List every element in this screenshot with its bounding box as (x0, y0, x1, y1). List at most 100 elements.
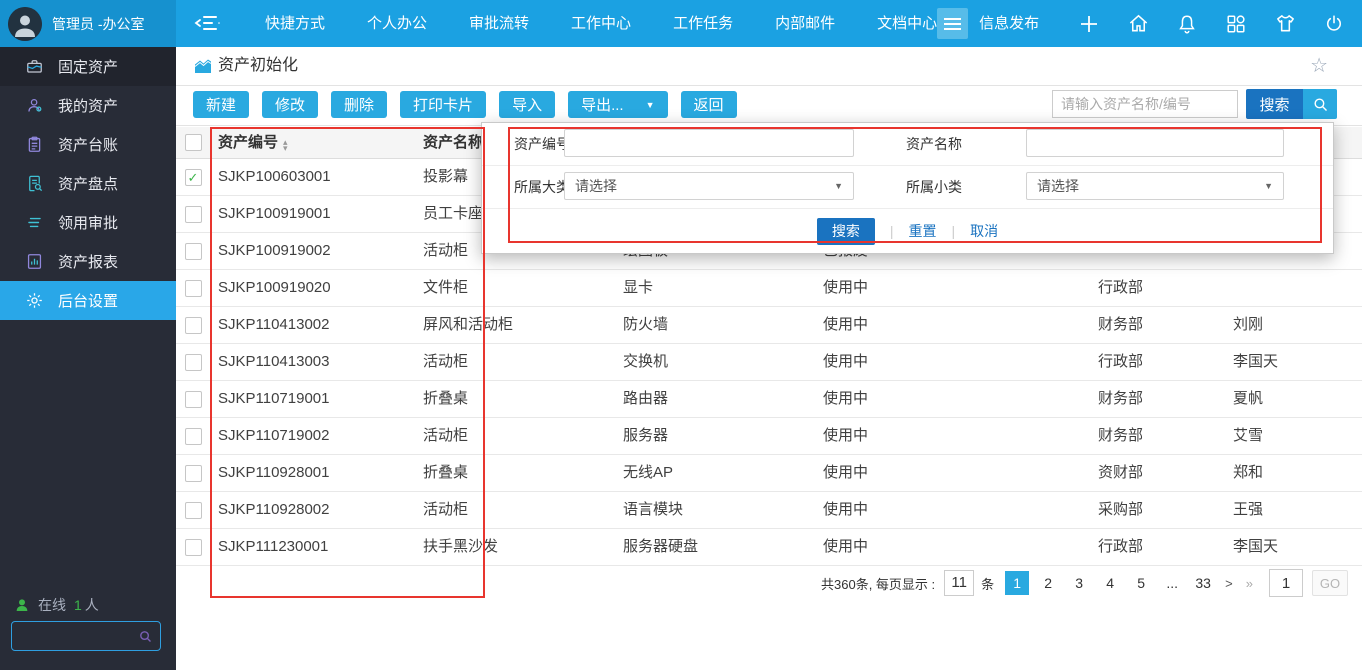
quick-search-input[interactable] (1052, 90, 1238, 118)
row-checkbox[interactable] (185, 502, 202, 519)
online-suffix: 人 (85, 595, 99, 615)
power-logout-icon[interactable] (1322, 12, 1346, 36)
asset-code-label: 资产编号 (514, 123, 570, 165)
clipboard-icon (24, 135, 44, 155)
sidebar-item-label: 资产报表 (58, 251, 118, 272)
apps-grid-icon[interactable] (1224, 12, 1248, 36)
back-button[interactable]: 返回 (681, 91, 737, 118)
asset-name-input[interactable] (1026, 129, 1284, 157)
person-cell: 夏帆 (1225, 381, 1362, 417)
export-label: 导出... (581, 94, 624, 115)
page-size-input[interactable]: 11 (944, 570, 974, 596)
category-select-value: 请选择 (575, 178, 617, 194)
sidebar-item-requisition-approval[interactable]: 领用审批 (0, 203, 176, 242)
row-checkbox[interactable] (185, 539, 202, 556)
avatar[interactable] (8, 7, 42, 41)
sidebar-item-asset-ledger[interactable]: 资产台账 (0, 125, 176, 164)
cancel-link[interactable]: 取消 (970, 221, 998, 241)
top-icons (1077, 0, 1346, 47)
nav-item-shortcuts[interactable]: 快捷方式 (244, 0, 346, 47)
row-checkbox[interactable] (185, 243, 202, 260)
user-block[interactable]: 管理员 -办公室 (0, 0, 176, 47)
table-row[interactable]: SJKP111230001 扶手黑沙发 服务器硬盘 使用中 行政部 李国天 (176, 529, 1362, 566)
row-checkbox[interactable] (185, 206, 202, 223)
subcategory-select[interactable]: 请选择 ▼ (1026, 172, 1284, 200)
asset-code-cell: SJKP110928001 (210, 455, 415, 491)
person-cell: 艾雪 (1225, 418, 1362, 454)
page-button-4[interactable]: 4 (1098, 571, 1122, 595)
nav-item-worktasks[interactable]: 工作任务 (652, 0, 754, 47)
delete-button[interactable]: 删除 (331, 91, 387, 118)
table-row[interactable]: SJKP110413002 屏风和活动柜 防火墙 使用中 财务部 刘刚 (176, 307, 1362, 344)
table-row[interactable]: SJKP110928001 折叠桌 无线AP 使用中 资财部 郑和 (176, 455, 1362, 492)
sidebar-search-input[interactable] (12, 629, 138, 644)
shirt-icon[interactable] (1273, 12, 1297, 36)
page-button-3[interactable]: 3 (1067, 571, 1091, 595)
row-checkbox[interactable] (185, 465, 202, 482)
search-icon[interactable] (138, 629, 153, 644)
page-button-2[interactable]: 2 (1036, 571, 1060, 595)
person-cell: 郑和 (1225, 455, 1362, 491)
print-card-button[interactable]: 打印卡片 (400, 91, 486, 118)
reset-link[interactable]: 重置 (909, 221, 937, 241)
department-cell: 财务部 (1090, 381, 1225, 417)
column-header-asset-code[interactable]: 资产编号▴▾ (210, 127, 415, 158)
notifications-bell-icon[interactable] (1175, 12, 1199, 36)
row-checkbox[interactable] (185, 391, 202, 408)
row-checkbox[interactable] (185, 428, 202, 445)
sidebar-item-backend-settings[interactable]: 后台设置 (0, 281, 176, 320)
asset-name-cell: 屏风和活动柜 (415, 307, 615, 343)
table-row[interactable]: SJKP110928002 活动柜 语言模块 使用中 采购部 王强 (176, 492, 1362, 529)
page-button-1[interactable]: 1 (1005, 571, 1029, 595)
sidebar-item-my-assets[interactable]: 我的资产 (0, 86, 176, 125)
sidebar-item-asset-inventory[interactable]: 资产盘点 (0, 164, 176, 203)
hamburger-menu-icon[interactable] (937, 8, 968, 39)
last-page-icon[interactable]: » (1243, 576, 1256, 591)
row-checkbox[interactable]: ✓ (185, 169, 202, 186)
collapse-sidebar-icon[interactable] (194, 11, 222, 35)
next-page-icon[interactable]: > (1222, 576, 1236, 591)
search-popup-row: 所属大类 请选择 ▼ 所属小类 请选择 ▼ (482, 166, 1333, 209)
pagination-bar: 共360条, 每页显示 : 11 条 1 2 3 4 5 ... 33 > » … (821, 569, 1348, 597)
go-button[interactable]: GO (1312, 570, 1348, 596)
table-row[interactable]: SJKP100919020 文件柜 显卡 使用中 行政部 (176, 270, 1362, 307)
nav-item-mail[interactable]: 内部邮件 (754, 0, 856, 47)
row-checkbox[interactable] (185, 317, 202, 334)
panel-search-button[interactable]: 搜索 (817, 218, 875, 245)
plus-icon[interactable] (1077, 12, 1101, 36)
page-button-5[interactable]: 5 (1129, 571, 1153, 595)
sidebar-item-asset-reports[interactable]: 资产报表 (0, 242, 176, 281)
subcategory-select-value: 请选择 (1037, 178, 1079, 194)
online-count: 1 (74, 597, 82, 613)
nav-item-personal[interactable]: 个人办公 (346, 0, 448, 47)
search-icon-button[interactable] (1303, 89, 1337, 119)
table-row[interactable]: SJKP110719001 折叠桌 路由器 使用中 财务部 夏帆 (176, 381, 1362, 418)
device-cell: 防火墙 (615, 307, 815, 343)
select-all-checkbox[interactable] (185, 134, 202, 151)
asset-code-input[interactable] (564, 129, 854, 157)
category-select[interactable]: 请选择 ▼ (564, 172, 854, 200)
nav-item-approval[interactable]: 审批流转 (448, 0, 550, 47)
search-popup-row: 资产编号 资产名称 (482, 123, 1333, 166)
row-checkbox[interactable] (185, 354, 202, 371)
goto-page-input[interactable] (1269, 569, 1303, 597)
page-button-33[interactable]: 33 (1191, 571, 1215, 595)
sort-icon[interactable]: ▴▾ (283, 139, 288, 151)
table-row[interactable]: SJKP110413003 活动柜 交换机 使用中 行政部 李国天 (176, 344, 1362, 381)
row-checkbox[interactable] (185, 280, 202, 297)
sidebar-item-fixed-assets[interactable]: 固定资产 (0, 47, 176, 86)
home-icon[interactable] (1126, 12, 1150, 36)
edit-button[interactable]: 修改 (262, 91, 318, 118)
nav-item-workcenter[interactable]: 工作中心 (550, 0, 652, 47)
person-icon (24, 96, 44, 116)
category-label: 所属大类 (514, 166, 570, 208)
favorite-star-icon[interactable]: ☆ (1310, 53, 1328, 78)
nav-item-news[interactable]: 信息发布 (958, 0, 1060, 47)
table-row[interactable]: SJKP110719002 活动柜 服务器 使用中 财务部 艾雪 (176, 418, 1362, 455)
asset-code-cell: SJKP110413003 (210, 344, 415, 380)
quick-search-button[interactable]: 搜索 (1246, 89, 1303, 119)
new-button[interactable]: 新建 (193, 91, 249, 118)
export-dropdown-button[interactable]: 导出... ▼ (568, 91, 667, 118)
import-button[interactable]: 导入 (499, 91, 555, 118)
asset-name-cell: 折叠桌 (415, 455, 615, 491)
